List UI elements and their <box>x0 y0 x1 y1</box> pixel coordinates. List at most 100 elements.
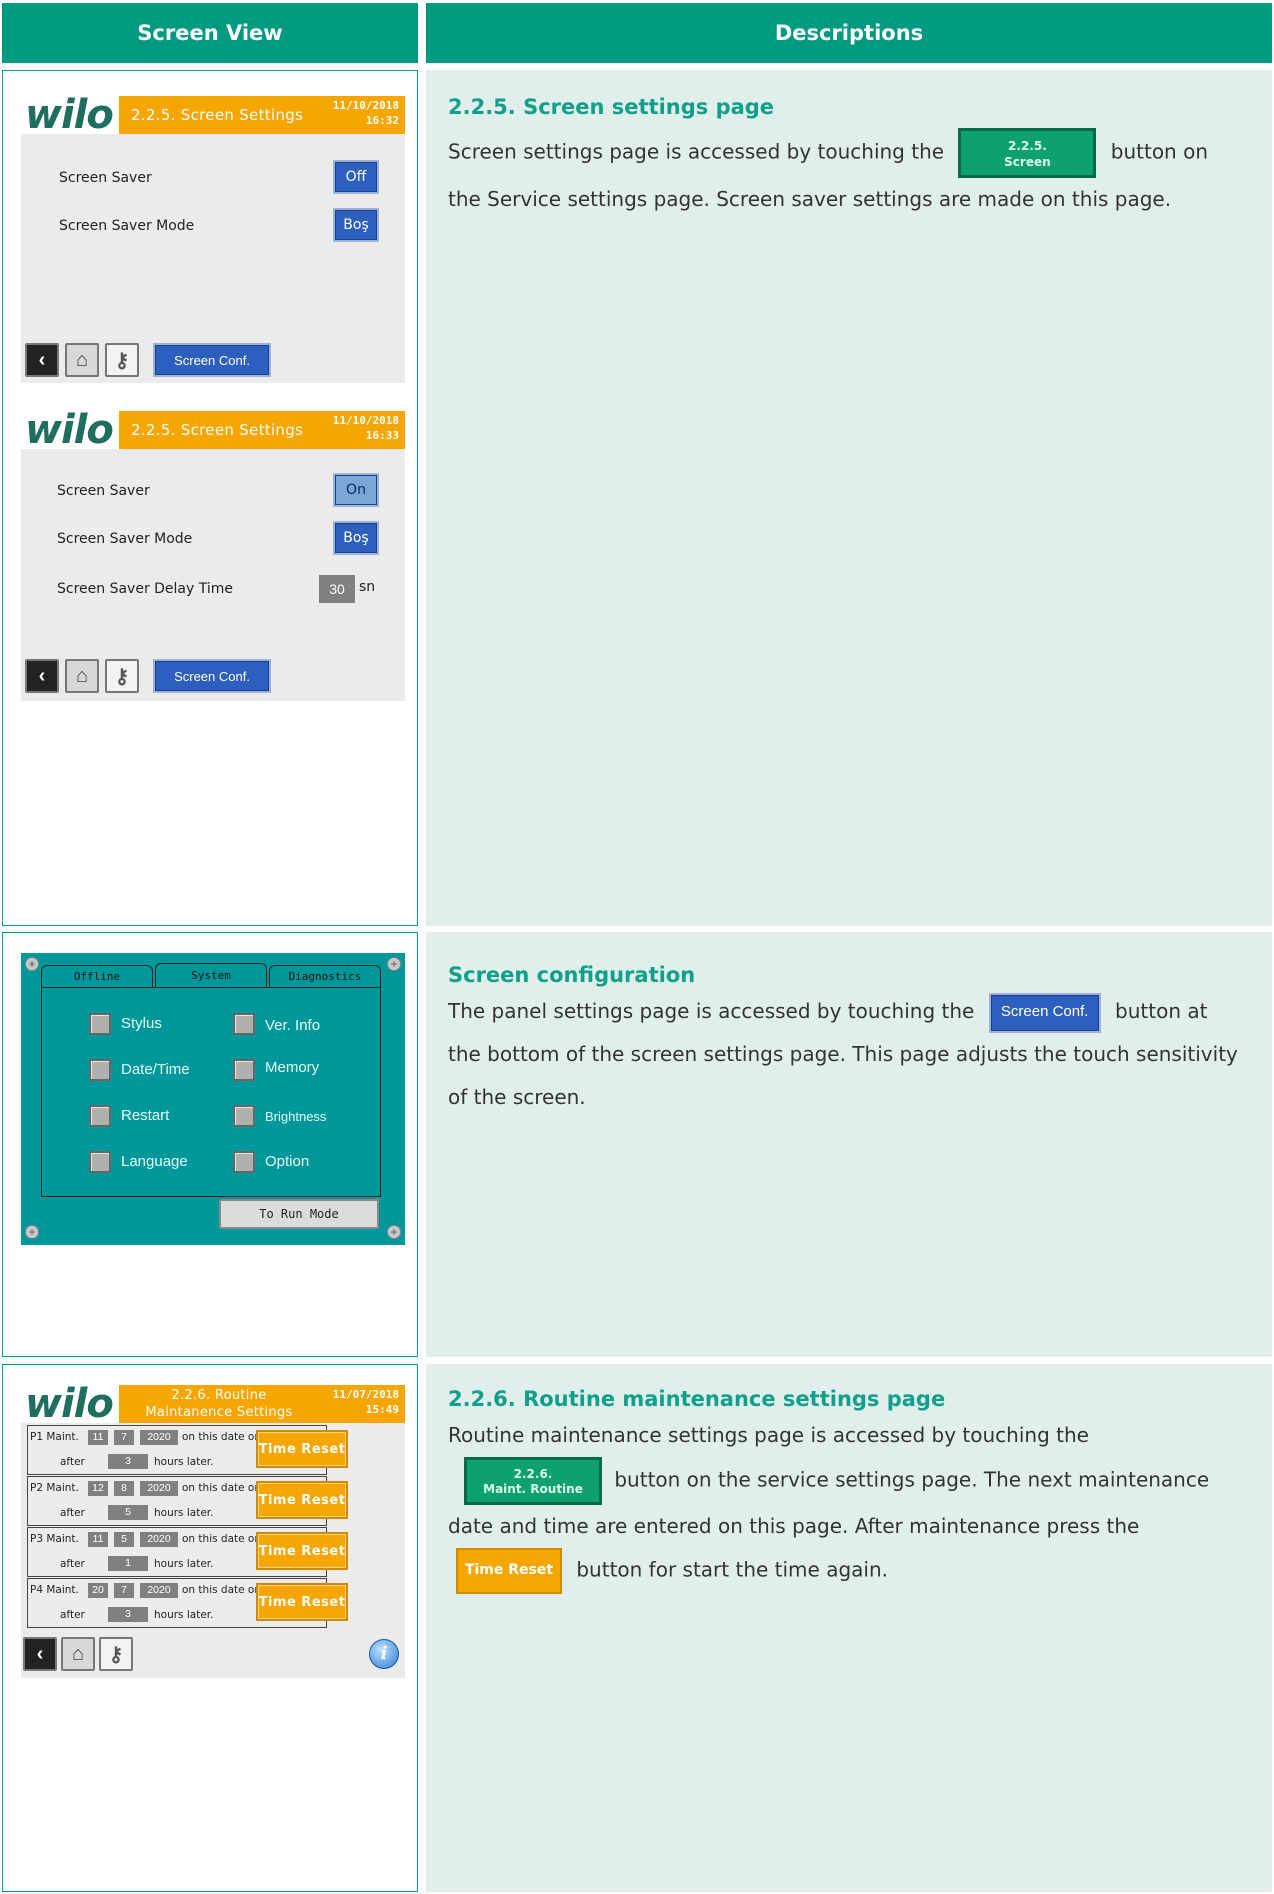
inline-screen-button: 2.2.5. Screen <box>958 128 1097 178</box>
day-input[interactable]: 20 <box>88 1583 108 1598</box>
section-text: Screen settings page is accessed by touc… <box>448 128 1242 221</box>
screen-saver-label: Screen Saver <box>59 170 152 186</box>
datetime: 11/10/2018 16:33 <box>319 411 405 449</box>
month-input[interactable]: 5 <box>114 1532 134 1547</box>
time-reset-button[interactable]: Time Reset <box>256 1532 348 1570</box>
section-text: Routine maintenance settings page is acc… <box>448 1414 1242 1594</box>
hours-input[interactable]: 3 <box>108 1607 148 1622</box>
on-date-text: on this date or <box>182 1482 259 1494</box>
after-text: after <box>60 1558 85 1570</box>
after-text: after <box>60 1507 85 1519</box>
key-icon[interactable]: ⚷ <box>105 343 139 377</box>
screen-conf-button[interactable]: Screen Conf. <box>153 659 271 693</box>
back-icon[interactable]: ‹ <box>23 1637 57 1671</box>
corner-plus-icon: + <box>25 1225 39 1239</box>
hours-later-text: hours later. <box>154 1507 214 1519</box>
section-text: The panel settings page is accessed by t… <box>448 990 1242 1119</box>
ver-info-checkbox[interactable] <box>233 1013 255 1035</box>
back-icon[interactable]: ‹ <box>25 659 59 693</box>
description-screen-settings: 2.2.5. Screen settings page Screen setti… <box>448 92 1242 221</box>
hours-input[interactable]: 5 <box>108 1505 148 1520</box>
inline-maint-routine-button: 2.2.6. Maint. Routine <box>464 1457 602 1505</box>
option-label: Option <box>265 1153 310 1170</box>
screen-settings-screenshot-a: wilo 2.2.5. Screen Settings 11/10/2018 16… <box>21 96 405 383</box>
month-input[interactable]: 8 <box>114 1481 134 1496</box>
home-icon[interactable]: ⌂ <box>65 343 99 377</box>
year-input[interactable]: 2020 <box>140 1481 178 1496</box>
wilo-logo: wilo <box>21 1385 119 1424</box>
row-name: P4 Maint. <box>30 1584 79 1596</box>
hours-input[interactable]: 3 <box>108 1454 148 1469</box>
inline-time-reset-button: Time Reset <box>456 1548 562 1594</box>
memory-checkbox[interactable] <box>233 1059 255 1081</box>
screen-title: 2.2.5. Screen Settings <box>119 411 319 449</box>
time-reset-button[interactable]: Time Reset <box>256 1481 348 1519</box>
memory-label: Memory <box>265 1059 320 1076</box>
datetime: 11/10/2018 16:32 <box>319 96 405 134</box>
corner-plus-icon: + <box>387 957 401 971</box>
header-screen-view: Screen View <box>2 3 418 63</box>
maintenance-row-p2: P2 Maint. 12 8 2020 on this date or afte… <box>27 1476 348 1526</box>
screen-title: 2.2.6. Routine Maintanence Settings <box>119 1385 319 1423</box>
on-date-text: on this date or <box>182 1431 259 1443</box>
day-input[interactable]: 11 <box>88 1430 108 1445</box>
year-input[interactable]: 2020 <box>140 1532 178 1547</box>
month-input[interactable]: 7 <box>114 1583 134 1598</box>
screen-view-cell-2: + + + + Offline System Diagnostics Stylu… <box>2 932 418 1357</box>
screen-saver-toggle[interactable]: Off <box>333 160 379 194</box>
section-heading: Screen configuration <box>448 963 696 987</box>
wilo-logo: wilo <box>21 96 119 135</box>
key-icon[interactable]: ⚷ <box>105 659 139 693</box>
info-icon[interactable]: i <box>369 1639 399 1669</box>
description-routine-maintenance: 2.2.6. Routine maintenance settings page… <box>448 1384 1242 1594</box>
description-cell-3: 2.2.6. Routine maintenance settings page… <box>426 1364 1272 1892</box>
restart-checkbox[interactable] <box>89 1105 111 1127</box>
month-input[interactable]: 7 <box>114 1430 134 1445</box>
hours-input[interactable]: 1 <box>108 1556 148 1571</box>
time-reset-button[interactable]: Time Reset <box>256 1583 348 1621</box>
datetime: 11/07/2018 15:49 <box>319 1385 405 1423</box>
day-input[interactable]: 11 <box>88 1532 108 1547</box>
option-checkbox[interactable] <box>233 1151 255 1173</box>
screen-saver-delay-input[interactable]: 30 <box>319 575 355 603</box>
datetime-label: Date/Time <box>121 1061 190 1078</box>
home-icon[interactable]: ⌂ <box>61 1637 95 1671</box>
brightness-label: Brightness <box>265 1109 327 1124</box>
hours-later-text: hours later. <box>154 1456 214 1468</box>
key-icon[interactable]: ⚷ <box>99 1637 133 1671</box>
language-label: Language <box>121 1153 188 1170</box>
screen-conf-button[interactable]: Screen Conf. <box>153 343 271 377</box>
maintenance-row-p4: P4 Maint. 20 7 2020 on this date or afte… <box>27 1578 348 1628</box>
screen-saver-mode-button[interactable]: Boş <box>333 208 379 242</box>
tab-diagnostics[interactable]: Diagnostics <box>269 965 381 987</box>
screen-saver-delay-label: Screen Saver Delay Time <box>57 581 234 597</box>
screen-title: 2.2.5. Screen Settings <box>119 96 319 134</box>
back-icon[interactable]: ‹ <box>25 343 59 377</box>
screen-saver-mode-button[interactable]: Boş <box>333 521 379 555</box>
time-reset-button[interactable]: Time Reset <box>256 1430 348 1468</box>
screen-saver-label: Screen Saver <box>57 483 150 499</box>
maintenance-row-p1: P1 Maint. 11 7 2020 on this date or afte… <box>27 1425 348 1475</box>
tab-offline[interactable]: Offline <box>41 965 153 987</box>
after-text: after <box>60 1456 85 1468</box>
corner-plus-icon: + <box>25 957 39 971</box>
datetime-checkbox[interactable] <box>89 1059 111 1081</box>
row-name: P1 Maint. <box>30 1431 79 1443</box>
brightness-checkbox[interactable] <box>233 1105 255 1127</box>
routine-maintenance-screenshot: wilo 2.2.6. Routine Maintanence Settings … <box>21 1385 405 1678</box>
restart-label: Restart <box>121 1107 170 1124</box>
stylus-checkbox[interactable] <box>89 1013 111 1035</box>
year-input[interactable]: 2020 <box>140 1430 178 1445</box>
to-run-mode-button[interactable]: To Run Mode <box>219 1199 379 1229</box>
header-descriptions: Descriptions <box>426 3 1272 63</box>
day-input[interactable]: 12 <box>88 1481 108 1496</box>
description-cell-2: Screen configuration The panel settings … <box>426 932 1272 1357</box>
title-bar: wilo 2.2.5. Screen Settings 11/10/2018 16… <box>21 96 405 135</box>
language-checkbox[interactable] <box>89 1151 111 1173</box>
hours-later-text: hours later. <box>154 1558 214 1570</box>
screen-saver-toggle[interactable]: On <box>333 473 379 507</box>
tab-system[interactable]: System <box>155 963 267 987</box>
section-heading: 2.2.5. Screen settings page <box>448 95 775 119</box>
home-icon[interactable]: ⌂ <box>65 659 99 693</box>
year-input[interactable]: 2020 <box>140 1583 178 1598</box>
